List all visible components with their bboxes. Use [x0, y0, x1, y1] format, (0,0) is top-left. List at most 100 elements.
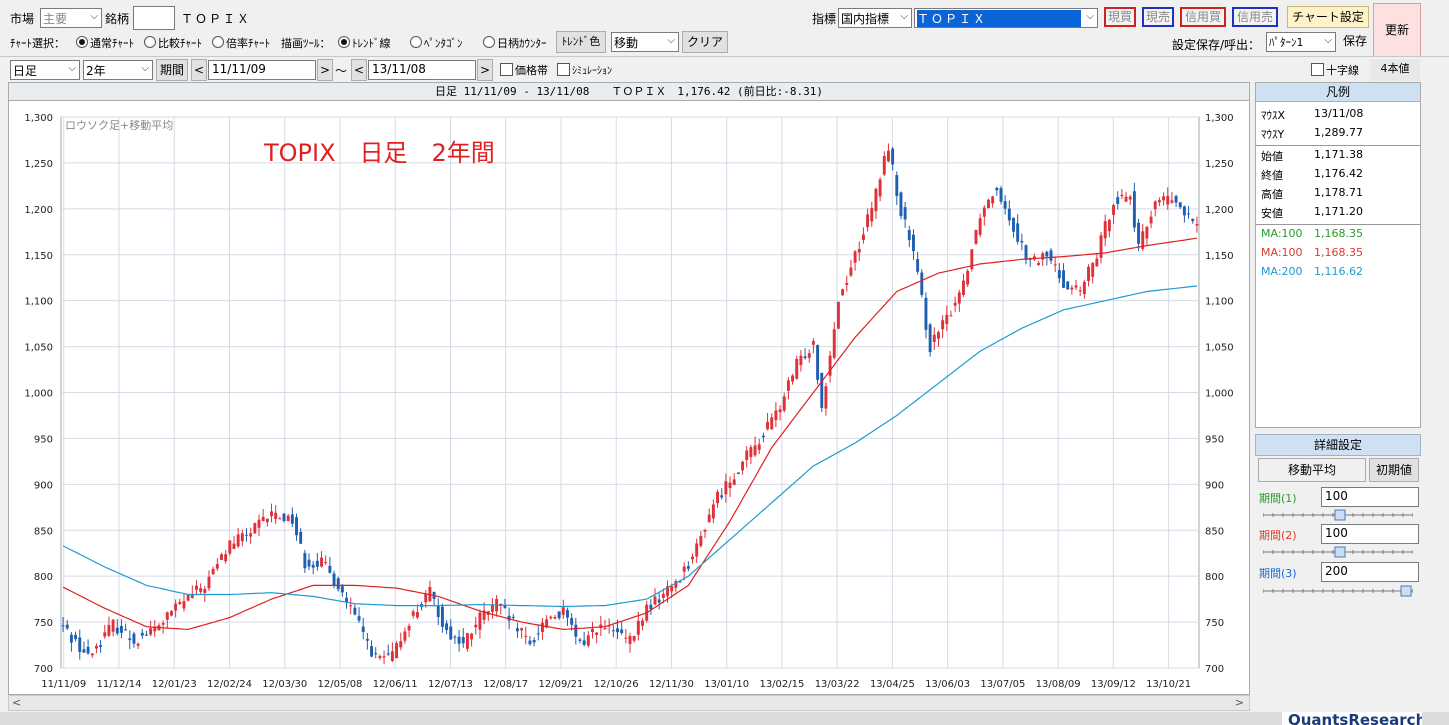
- period1-input[interactable]: 100: [1321, 487, 1419, 507]
- candle-body: [1178, 202, 1182, 208]
- buy-margin-button[interactable]: 信用買: [1180, 7, 1226, 27]
- period3-input[interactable]: 200: [1321, 562, 1419, 582]
- market-select-value: 主要: [43, 12, 68, 26]
- candle-body: [103, 632, 107, 637]
- clear-button[interactable]: クリア: [682, 31, 728, 53]
- chart-type-ratio-label: 倍率ﾁｬｰﾄ: [226, 37, 270, 50]
- candle-body: [957, 292, 961, 304]
- slider-thumb[interactable]: [1400, 585, 1412, 597]
- y-tick-label-left: 1,200: [24, 205, 53, 216]
- chart-type-normal-radio[interactable]: 通常ﾁｬｰﾄ: [76, 35, 134, 51]
- candle-body: [761, 435, 765, 438]
- sell-spot-button[interactable]: 現売: [1142, 7, 1174, 27]
- candle-body: [436, 605, 440, 617]
- draw-tool-counter-radio[interactable]: 日柄ｶｳﾝﾀｰ: [483, 35, 547, 51]
- candle-body: [1012, 217, 1015, 232]
- candle-body: [736, 472, 740, 474]
- price-band-checkbox[interactable]: 価格帯: [500, 62, 548, 78]
- period1-slider[interactable]: [1263, 509, 1413, 521]
- candle-body: [711, 504, 715, 519]
- period3-slider[interactable]: [1263, 585, 1413, 597]
- span-select-value: 2年: [86, 64, 106, 78]
- sell-margin-button[interactable]: 信用売: [1232, 7, 1278, 27]
- date-to-prev-button[interactable]: <: [351, 59, 367, 81]
- y-tick-label-right: 1,200: [1205, 205, 1234, 216]
- span-select[interactable]: 2年 ⌵: [83, 60, 153, 80]
- period2-input[interactable]: 100: [1321, 524, 1419, 544]
- chart-type-ratio-radio[interactable]: 倍率ﾁｬｰﾄ: [212, 35, 270, 51]
- candle-body: [1149, 216, 1153, 224]
- radio-off-icon: [144, 36, 156, 48]
- candle-body: [1037, 262, 1040, 265]
- chart-type-normal-label: 通常ﾁｬｰﾄ: [90, 37, 134, 50]
- candle-body: [691, 556, 694, 560]
- candle-body: [561, 607, 565, 615]
- index-select[interactable]: ＴＯＰＩＸ ⌵: [914, 8, 1098, 28]
- candle-body: [357, 616, 361, 621]
- candle-body: [336, 578, 340, 590]
- date-range-tilde: ～: [335, 64, 348, 78]
- candle-body: [686, 566, 690, 569]
- buy-spot-button[interactable]: 現買: [1104, 7, 1136, 27]
- pattern-select[interactable]: ﾊﾟﾀｰﾝ1 ⌵: [1266, 32, 1336, 52]
- legend-ma2-label: MA:100: [1261, 246, 1303, 259]
- candle-body: [870, 207, 874, 222]
- period2-slider[interactable]: [1263, 546, 1413, 558]
- date-to-input[interactable]: 13/11/08: [368, 60, 476, 80]
- slider-thumb[interactable]: [1334, 546, 1346, 558]
- chart-panel[interactable]: 日足 11/11/09 - 13/11/08 ＴＯＰＩＸ 1,176.42 (前…: [8, 82, 1250, 695]
- candle: [999, 185, 1003, 205]
- index-select-value: ＴＯＰＩＸ: [917, 10, 1081, 27]
- chart-type-compare-radio[interactable]: 比較ﾁｬｰﾄ: [144, 35, 202, 51]
- slider-thumb[interactable]: [1334, 509, 1346, 521]
- date-from-next-button[interactable]: >: [317, 59, 333, 81]
- candle-body: [65, 624, 69, 629]
- interval-select[interactable]: 日足 ⌵: [10, 60, 80, 80]
- refresh-button[interactable]: 更新: [1373, 3, 1421, 57]
- candle-body: [807, 353, 811, 358]
- candle-body: [124, 629, 128, 631]
- tab-moving-average[interactable]: 移動平均: [1258, 458, 1366, 482]
- candle-body: [303, 553, 307, 569]
- candle-body: [478, 612, 482, 630]
- init-button[interactable]: 初期値: [1369, 458, 1419, 482]
- index-category-select[interactable]: 国内指標 ⌵: [838, 8, 912, 28]
- legend-mouse-x-value: 13/11/08: [1314, 107, 1364, 120]
- radio-off-icon: [410, 36, 422, 48]
- candle-body: [74, 634, 78, 640]
- candle-body: [136, 643, 140, 646]
- date-from-input[interactable]: 11/11/09: [208, 60, 316, 80]
- chart-settings-button[interactable]: チャート設定: [1287, 6, 1369, 28]
- draw-tool-trend-radio[interactable]: ﾄﾚﾝﾄﾞ線: [338, 35, 391, 51]
- candle: [820, 372, 824, 412]
- candle-body: [866, 214, 870, 228]
- chevron-down-icon: ⌵: [667, 35, 675, 46]
- candle-body: [365, 638, 369, 641]
- candle: [1066, 281, 1070, 290]
- scroll-right-icon[interactable]: >: [1235, 696, 1244, 709]
- scroll-left-icon[interactable]: <: [12, 696, 21, 709]
- four-price-button[interactable]: 4本値: [1370, 59, 1420, 81]
- move-select[interactable]: 移動 ⌵: [611, 32, 679, 52]
- period-button[interactable]: 期間: [156, 59, 188, 81]
- symbol-code-input[interactable]: [133, 6, 175, 30]
- save-button[interactable]: 保存: [1340, 31, 1370, 53]
- market-select[interactable]: 主要 ⌵: [40, 8, 102, 28]
- draw-tool-pentagon-radio[interactable]: ﾍﾟﾝﾀｺﾞﾝ: [410, 35, 463, 51]
- simulation-checkbox[interactable]: ｼﾐｭﾚｰｼｮﾝ: [557, 62, 612, 77]
- candlestick-chart[interactable]: 1,300 1,300 1,250 1,250 1,200 1,200 1,150 1,150…: [9, 101, 1249, 694]
- chart-scrollbar[interactable]: < >: [8, 695, 1250, 711]
- legend-ma2-value: 1,168.35: [1314, 246, 1363, 259]
- candle-body: [1124, 196, 1128, 202]
- legend-divider: [1256, 224, 1420, 225]
- date-to-next-button[interactable]: >: [477, 59, 493, 81]
- candle-body: [332, 573, 336, 586]
- trend-color-button[interactable]: ﾄﾚﾝﾄﾞ色: [556, 31, 606, 53]
- date-from-prev-button[interactable]: <: [191, 59, 207, 81]
- candle-body: [1078, 290, 1082, 292]
- candle-body: [1057, 270, 1061, 279]
- crosshair-checkbox[interactable]: 十字線: [1311, 62, 1359, 78]
- candle-body: [624, 637, 628, 639]
- candle-body: [891, 148, 895, 165]
- candle-body: [249, 533, 253, 537]
